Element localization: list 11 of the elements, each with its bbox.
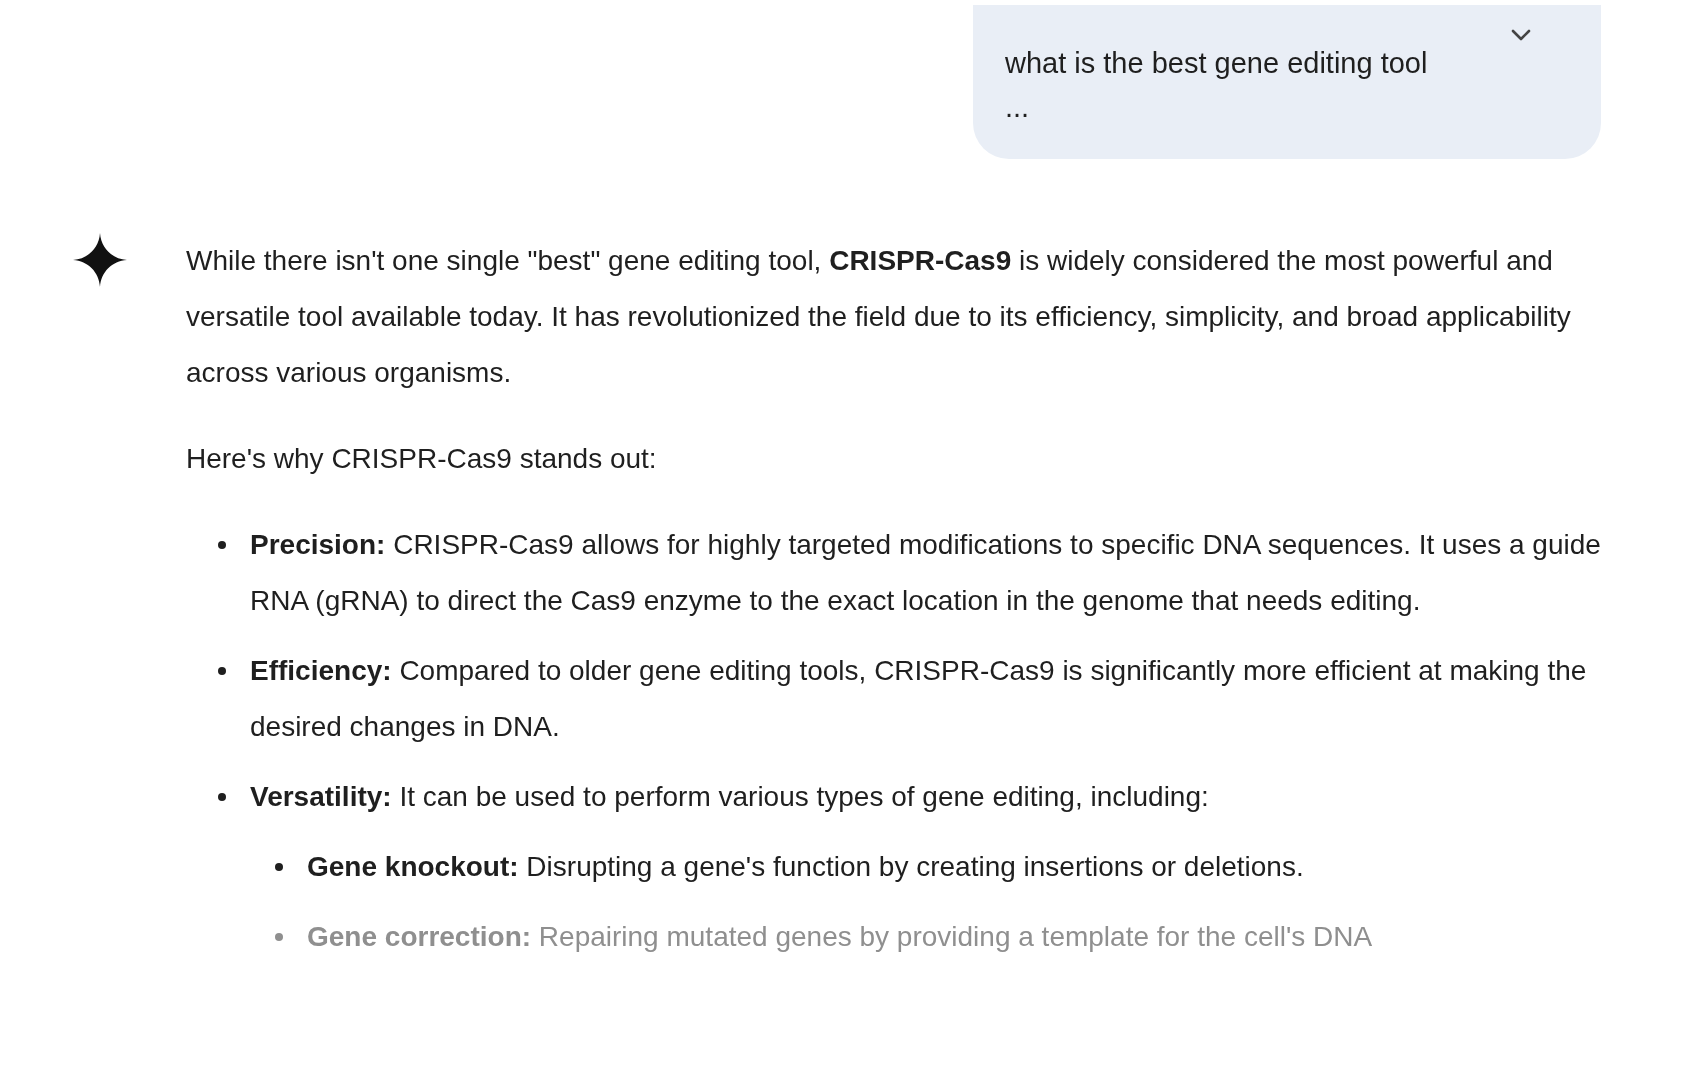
list-item-text: Gene correction: Repairing mutated genes by providing a template for the cell's DNA <box>307 920 1373 954</box>
user-message-text: what is the best gene editing tool <box>1005 46 1429 81</box>
list-item-text: Precision: CRISPR-Cas9 allows for highly targeted modifications to specific DNA sequences. It uses a guide RNA (gRNA) to direct the Cas9 enzyme to the exact location in the genome that needs editing. <box>250 528 1602 618</box>
response-paragraph: Here's why CRISPR-Cas9 stands out: <box>186 442 658 476</box>
list-item-text: Versatility: It can be used to perform various types of gene editing, including: <box>250 780 1209 814</box>
list-item-text: Efficiency: Compared to older gene editing tools, CRISPR-Cas9 is significantly more efficient at making the desired changes in DNA. <box>250 654 1588 744</box>
chevron-down-icon[interactable] <box>1511 29 1531 41</box>
ellipsis-text: ... <box>1005 90 1031 125</box>
sparkle-icon <box>73 233 127 287</box>
list-item-text: Gene knockout: Disrupting a gene's function by creating insertions or deletions. <box>307 850 1304 884</box>
response-paragraph: While there isn't one single "best" gene editing tool, CRISPR-Cas9 is widely considered the most powerful and versatile tool available today. It has revolutionized the field due to its efficiency, simplicity, and broad applicability across various organisms. <box>186 244 1572 390</box>
